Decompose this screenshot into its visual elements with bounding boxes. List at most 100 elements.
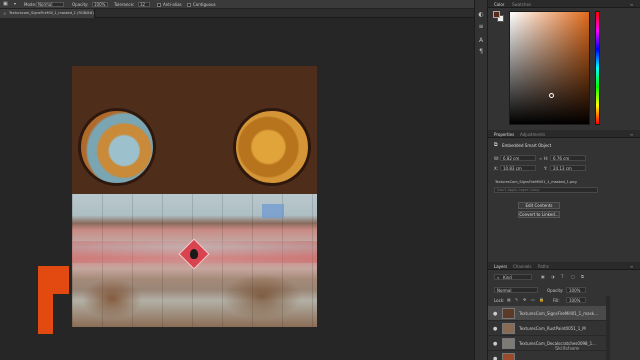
color-picker-handle[interactable] [549,93,554,98]
tab-properties[interactable]: Properties [494,132,514,137]
bucket-tool-icon[interactable]: ▣ [3,2,8,7]
object-type-label: Embedded Smart Object [502,143,552,148]
fill-source-dropdown[interactable]: ▾ [14,2,16,6]
color-panel-header: Color Swatches ≡ [488,0,640,8]
layer-name: TexturesCom_SignsFireMill01_1_mask... [519,311,598,316]
color-panel-icon[interactable]: ◐ [478,12,484,18]
lock-artboard-icon[interactable]: ▭ [531,298,535,302]
pixel-filter-icon[interactable]: ▣ [541,275,545,279]
x-value: 10.83 cm [503,166,522,171]
height-field[interactable]: 6.76 cm [550,155,586,161]
tab-color[interactable]: Color [494,2,504,7]
paragraph-panel-icon[interactable]: ¶ [478,49,484,55]
smart-object-filename: TexturesCom_SignsFireMill01_1_masked_1.p… [495,180,577,184]
smart-object-icon: ⧉ [494,142,498,148]
lock-label: Lock: [494,298,505,303]
document-title: Texturecom_SignsFireMill_1_masked_1 (RGB… [9,11,94,15]
tab-channels[interactable]: Channels [513,264,532,269]
foreground-color-swatch[interactable] [493,11,500,18]
mode-dropdown[interactable]: Normal [36,0,64,8]
fill-input[interactable]: 100% [566,297,586,303]
blue-paint-patch [262,204,284,218]
properties-panel-header: Properties Adjustments ≡ [488,130,640,138]
watermark-logo: Skillshare [555,346,580,352]
height-value: 6.76 cm [553,156,570,161]
type-filter-icon[interactable]: T [561,275,563,279]
panel-menu-icon[interactable]: ≡ [630,132,633,137]
orange-overlay-block [38,266,69,294]
y-label: Y: [544,166,548,171]
document-tab[interactable]: × Texturecom_SignsFireMill_1_masked_1 (R… [0,9,95,18]
opacity-value: 100% [94,2,106,7]
layer-row[interactable]: ● TexturesCom_Decalscratches0098_1... [488,336,606,351]
visibility-eye-icon[interactable]: ● [493,341,497,347]
link-icon[interactable]: ∞ [539,157,542,161]
lock-all-icon[interactable]: 🔒 [539,298,544,302]
shape-filter-icon[interactable]: ▢ [571,275,575,279]
layer-opacity-value: 100% [569,288,581,293]
contiguous-label: Contiguous [193,2,216,7]
width-field[interactable]: 6.82 cm [500,155,536,161]
hue-slider[interactable] [595,11,600,125]
close-tab-icon[interactable]: × [3,12,6,16]
rust-stain [82,279,142,319]
layer-filter-dropdown[interactable]: ⌕ Kind [494,274,532,280]
fill-label: Fill: [553,298,560,303]
filter-kind-value: Kind [503,275,512,280]
tab-layers[interactable]: Layers [494,264,507,269]
flame-icon [190,249,198,259]
height-label: H: [544,156,549,161]
convert-to-linked-button[interactable]: Convert to Linked... [518,211,560,218]
opacity-input[interactable]: 100% [92,0,108,8]
edit-contents-button[interactable]: Edit Contents [518,202,560,209]
layer-thumbnail [502,323,515,334]
character-panel-icon[interactable]: A [478,38,484,44]
layer-row[interactable]: ● [488,351,606,360]
tab-paths[interactable]: Paths [538,264,549,269]
rusty-porthole-right [233,108,311,186]
saturation-brightness-field[interactable] [509,11,590,125]
panel-menu-icon[interactable]: ≡ [630,2,633,7]
search-icon: ⌕ [497,275,500,280]
properties-panel-icon[interactable]: ≡ [478,24,484,30]
layer-row[interactable]: ● TexturesCom_RustPaint0051_1_M [488,321,606,336]
adjustment-filter-icon[interactable]: ◑ [551,275,555,279]
orange-overlay-block [38,294,53,334]
tolerance-label: Tolerance: [114,2,135,7]
tab-adjustments[interactable]: Adjustments [520,132,545,137]
y-field[interactable]: 24.13 cm [550,165,586,171]
smart-filter-icon[interactable]: ⧉ [581,275,584,279]
x-label: X: [494,166,499,171]
blend-mode-value: Normal [497,288,512,293]
canvas-artwork[interactable] [72,66,317,327]
visibility-eye-icon[interactable]: ● [493,311,497,317]
layer-thumbnail [502,353,515,360]
layer-opacity-input[interactable]: 100% [566,287,586,293]
layer-row[interactable]: ● TexturesCom_SignsFireMill01_1_mask... [488,306,606,321]
lock-position-icon[interactable]: ✥ [523,298,526,302]
tolerance-input[interactable]: 32 [138,0,150,8]
contiguous-checkbox[interactable] [187,2,191,7]
rusty-metal-panel [72,194,317,327]
blend-mode-dropdown[interactable]: Normal [494,287,538,293]
layer-thumbnail [502,338,515,349]
opacity-label: Opacity: [72,2,89,7]
panel-menu-icon[interactable]: ≡ [630,264,633,269]
antialias-label: Anti-alias [163,2,182,7]
visibility-eye-icon[interactable]: ● [493,326,497,332]
tolerance-value: 32 [140,2,146,7]
layer-opacity-label: Opacity: [547,288,564,293]
layers-scrollbar[interactable] [606,296,610,360]
antialias-checkbox[interactable] [157,2,161,7]
layer-thumbnail [502,308,515,319]
width-value: 6.82 cm [503,156,520,161]
layer-comp-dropdown[interactable]: Don't Apply Layer Comp [494,187,598,193]
layer-name: TexturesCom_RustPaint0051_1_M [519,326,586,331]
lock-brush-icon[interactable]: ✎ [515,298,518,302]
mode-value: Normal [38,2,53,7]
tab-swatches[interactable]: Swatches [512,2,531,7]
x-field[interactable]: 10.83 cm [500,165,536,171]
layers-panel-header: Layers Channels Paths ≡ [488,262,640,270]
lock-pixels-icon[interactable]: ▦ [507,298,511,302]
visibility-eye-icon[interactable]: ● [493,356,497,360]
